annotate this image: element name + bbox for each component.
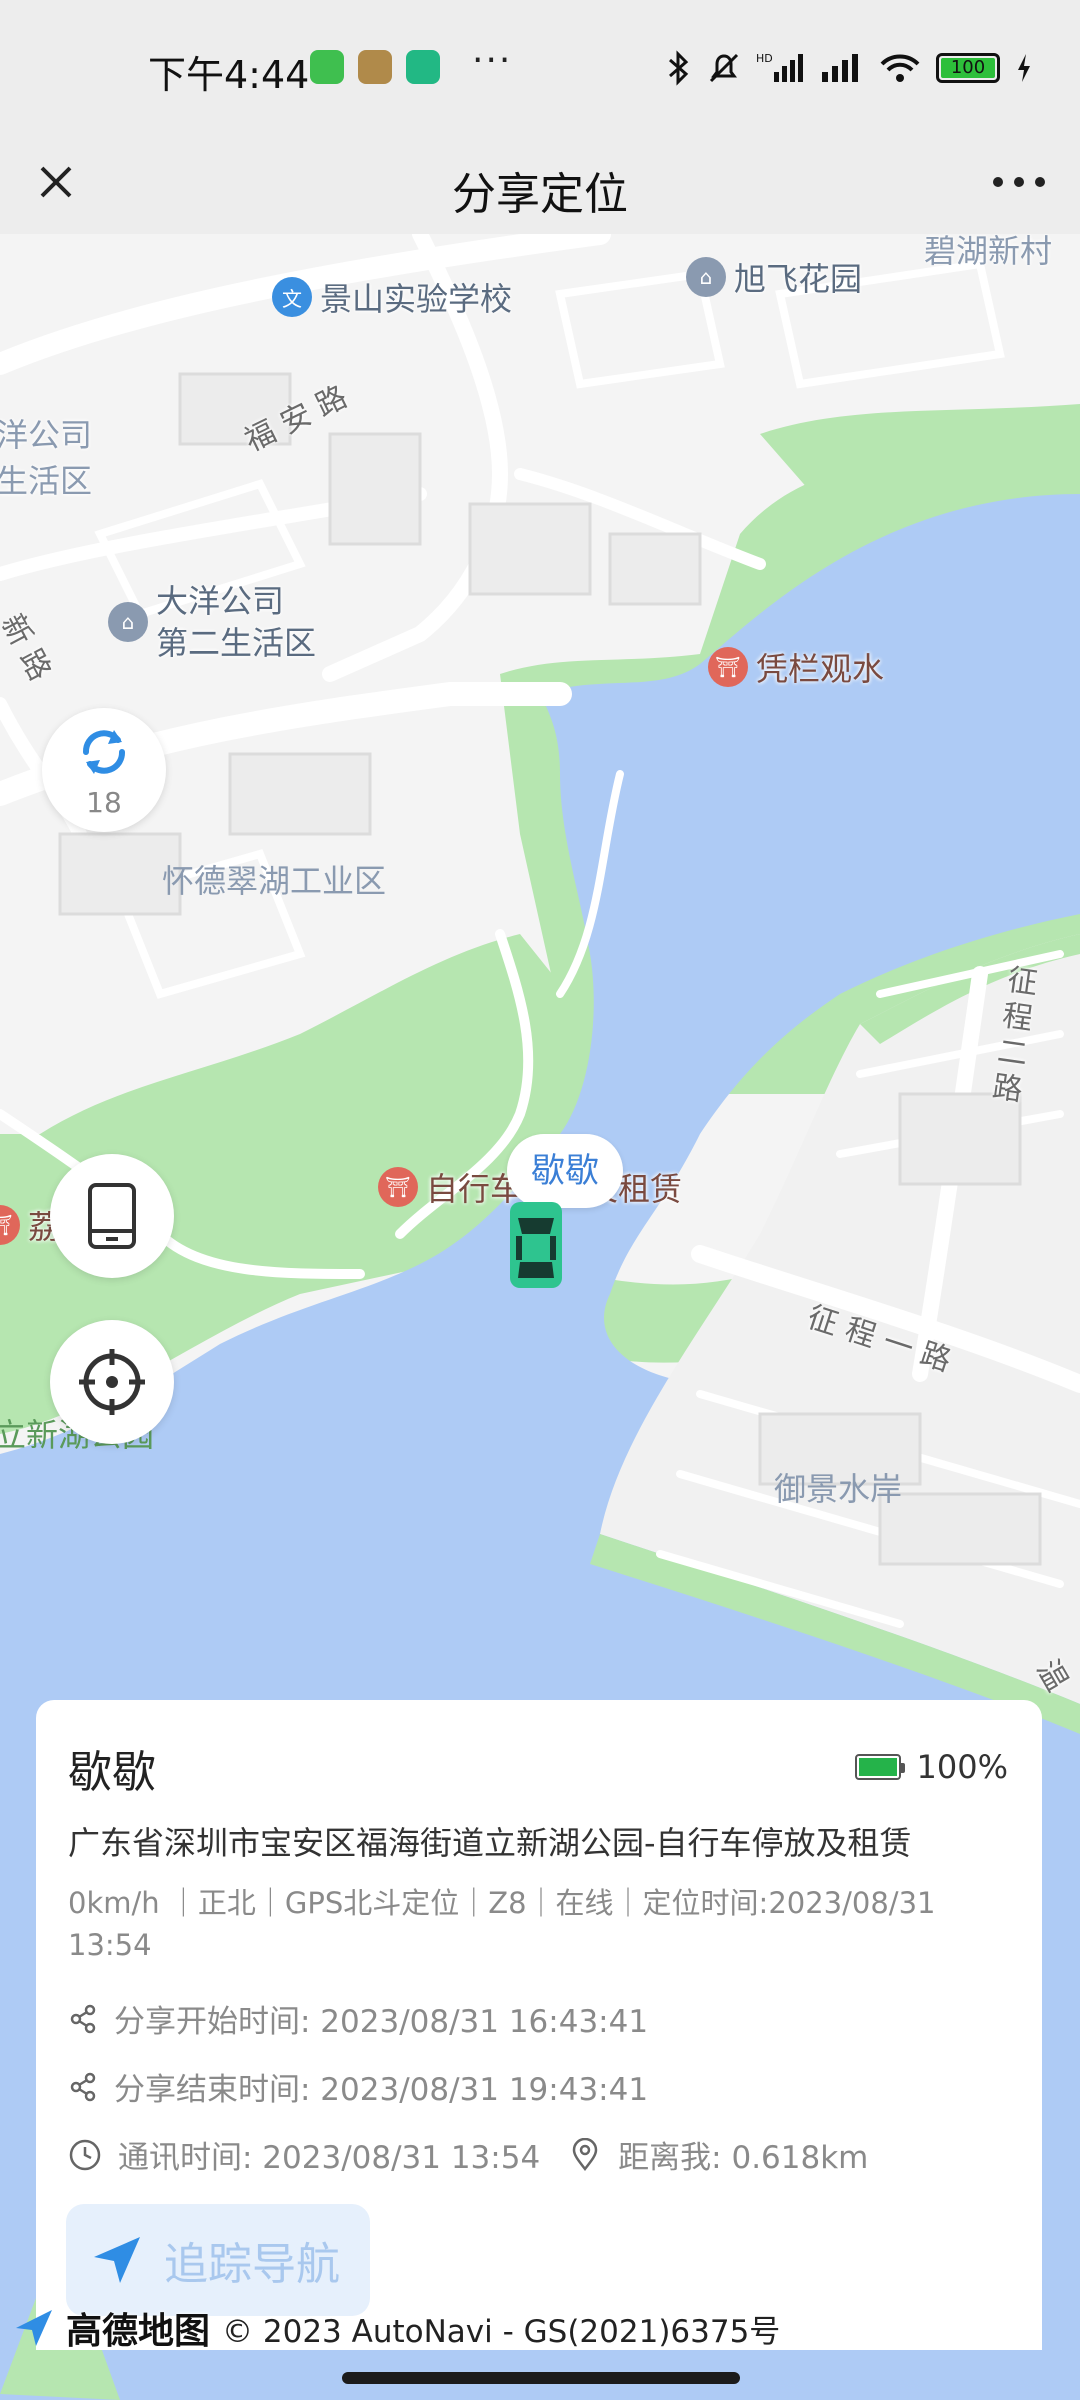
distance-to-me: 距离我: 0.618km [618, 2140, 869, 2176]
shield-app-icon [406, 50, 440, 84]
scenic-pin-icon: ⛩ [378, 1167, 418, 1207]
school-pin-icon: 文 [272, 277, 312, 317]
share-end-time: 分享结束时间: 2023/08/31 19:43:41 [114, 2072, 649, 2108]
area-label-huaide: 怀德翠湖工业区 [162, 862, 387, 900]
poi-label: 洋公司 [0, 416, 93, 454]
locate-me-button[interactable] [50, 1320, 174, 1444]
poi-left-area: 洋公司 生活区 [0, 410, 92, 502]
refresh-countdown: 18 [86, 785, 122, 819]
share-icon [70, 2072, 96, 2101]
area-label-yujing: 御景水岸 [774, 1470, 903, 1508]
car-marker-icon[interactable] [506, 1200, 566, 1290]
track-navigation-button[interactable]: 追踪导航 [66, 2204, 370, 2316]
svg-text:HD: HD [756, 52, 773, 65]
charging-icon [1018, 54, 1030, 82]
device-address: 广东省深圳市宝安区福海街道立新湖公园-自行车停放及租赁 [68, 1824, 912, 1862]
map-copyright: © 2023 AutoNavi - GS(2021)6375号 [222, 2313, 781, 2350]
app-notification-icon [358, 50, 392, 84]
poi-label: 景山实验学校 [320, 280, 513, 318]
mute-bell-icon [709, 53, 739, 83]
more-options-icon[interactable] [984, 152, 1054, 212]
residence-pin-icon: ⌂ [686, 257, 726, 297]
poi-label: 旭飞花园 [734, 260, 863, 298]
poi-xufei[interactable]: ⌂ 旭飞花园 [686, 254, 862, 300]
amap-logo-icon [16, 2310, 52, 2346]
page-title: 分享定位 [452, 169, 628, 220]
map-attribution: 高德地图 © 2023 AutoNavi - GS(2021)6375号 [14, 2302, 780, 2354]
scenic-pin-icon: ⛩ [708, 647, 748, 687]
share-icon [70, 2004, 96, 2033]
poi-bihu[interactable]: 碧湖新村 [924, 234, 1052, 272]
share-end-row: 分享结束时间: 2023/08/31 19:43:41 [68, 2064, 648, 2109]
battery-percent: 100% [916, 1748, 1008, 1786]
poi-school[interactable]: 文 景山实验学校 [272, 274, 512, 320]
device-battery: 100% [854, 1748, 1008, 1786]
poi-label: 碧湖新村 [924, 234, 1053, 270]
poi-label: 生活区 [0, 462, 93, 500]
device-name: 歇歇 [68, 1747, 156, 1798]
battery-icon [854, 1754, 905, 1780]
comm-distance-row: 通讯时间: 2023/08/31 13:54 距离我: 0.618km [68, 2132, 868, 2177]
status-app-icons [310, 50, 440, 84]
poi-label: 凭栏观水 [756, 650, 885, 688]
clock-icon [69, 2139, 101, 2170]
poi-label: 大洋公司 第二生活区 [156, 582, 317, 662]
residence-pin-icon: ⌂ [108, 602, 148, 642]
status-bar: 下午4:44 ··· HD 100 [0, 0, 1080, 134]
app-notification-icon [310, 50, 344, 84]
navigate-arrow-icon [94, 2237, 140, 2283]
device-info-card: 歇歇 100% 广东省深圳市宝安区福海街道立新湖公园-自行车停放及租赁 0km/… [36, 1700, 1042, 2350]
battery-level: 100 [941, 58, 995, 78]
share-start-row: 分享开始时间: 2023/08/31 16:43:41 [68, 1996, 648, 2041]
share-start-time: 分享开始时间: 2023/08/31 16:43:41 [114, 2004, 649, 2040]
scenic-pin-icon: ⛩ [0, 1205, 20, 1245]
top-nav-bar: 分享定位 [0, 134, 1080, 234]
home-indicator[interactable] [342, 2372, 740, 2384]
car-name-bubble[interactable]: 歇歇 [507, 1134, 623, 1208]
poi-daiyang[interactable]: ⌂ 大洋公司 第二生活区 [108, 580, 316, 664]
wifi-icon [880, 54, 920, 82]
amap-brand: 高德地图 [66, 2311, 211, 2352]
status-indicators: HD 100 [666, 50, 1034, 86]
refresh-icon [83, 729, 125, 774]
refresh-button[interactable]: 18 [42, 708, 166, 832]
signal-icon [822, 54, 858, 82]
device-meta: 0km/h ｜正北｜GPS北斗定位｜Z8｜在线｜定位时间:2023/08/31 … [68, 1886, 936, 1962]
more-notifications-icon: ··· [472, 40, 513, 81]
location-pin-icon [572, 2137, 598, 2171]
poi-pinglan[interactable]: ⛩ 凭栏观水 [708, 644, 884, 690]
crosshair-icon [79, 1349, 145, 1415]
phone-device-icon [88, 1183, 136, 1249]
comm-time: 通讯时间: 2023/08/31 13:54 [118, 2140, 541, 2176]
track-navigation-label: 追踪导航 [164, 2239, 340, 2290]
status-time: 下午4:44 [148, 53, 310, 97]
bluetooth-icon [669, 50, 689, 86]
signal-hd-icon: HD [756, 52, 803, 82]
device-button[interactable] [50, 1154, 174, 1278]
battery-icon: 100 [936, 53, 1000, 83]
